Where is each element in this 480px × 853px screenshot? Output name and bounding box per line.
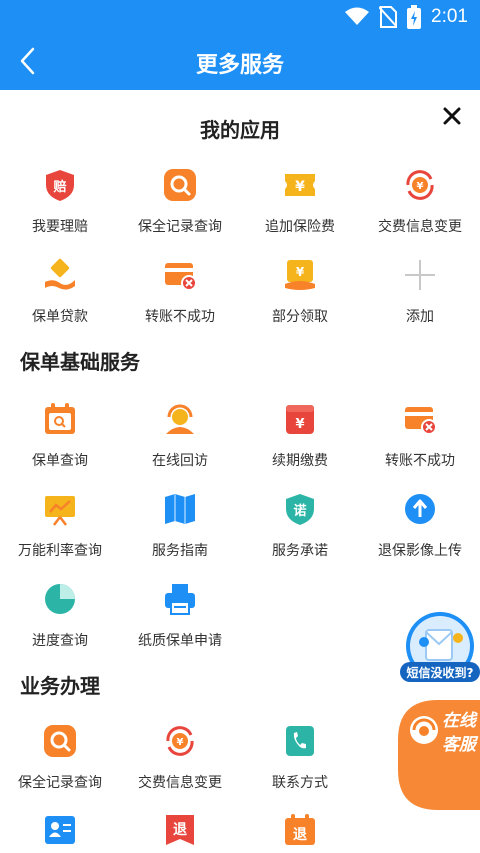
svg-text:¥: ¥ bbox=[295, 417, 304, 432]
service-item-label: 转账不成功 bbox=[385, 453, 455, 469]
service-item-label: 保单查询 bbox=[32, 453, 88, 469]
business-item-payment-change[interactable]: ¥ 交费信息变更 bbox=[120, 724, 240, 804]
service-item-label: 进度查询 bbox=[32, 633, 88, 649]
service-item-paper-policy[interactable]: 纸质保单申请 bbox=[120, 582, 240, 662]
business-item-record-query[interactable]: 保全记录查询 bbox=[0, 724, 120, 804]
promise-shield-icon: 诺 bbox=[286, 494, 314, 525]
app-item-record-query[interactable]: 保全记录查询 bbox=[120, 168, 240, 248]
calendar-search-icon bbox=[45, 403, 75, 434]
business-item-label: 联系方式 bbox=[272, 775, 328, 791]
upload-icon bbox=[405, 494, 435, 524]
service-item-label: 万能利率查询 bbox=[18, 543, 102, 559]
service-item-label: 服务指南 bbox=[152, 543, 208, 559]
service-item-progress[interactable]: 进度查询 bbox=[0, 582, 120, 662]
svg-text:赔: 赔 bbox=[52, 179, 66, 195]
app-item-label: 我要理赔 bbox=[32, 219, 88, 235]
app-item-partial-withdraw[interactable]: ¥ 部分领取 bbox=[240, 258, 360, 338]
app-item-claim[interactable]: 赔 我要理赔 bbox=[0, 168, 120, 248]
card-fail-icon bbox=[165, 263, 197, 291]
service-item-label: 服务承诺 bbox=[272, 543, 328, 559]
add-app-button[interactable]: 添加 bbox=[360, 258, 480, 338]
business-item-surrender[interactable]: 退 bbox=[120, 813, 240, 853]
app-item-label: 追加保险费 bbox=[265, 219, 335, 235]
business-item-contact-card[interactable] bbox=[0, 813, 120, 853]
app-item-label: 保单贷款 bbox=[32, 309, 88, 325]
service-item-transfer-fail[interactable]: 转账不成功 bbox=[360, 402, 480, 482]
app-item-label: 保全记录查询 bbox=[138, 219, 222, 235]
app-item-label: 添加 bbox=[406, 309, 434, 325]
phone-book-icon bbox=[286, 726, 314, 756]
app-item-add-premium[interactable]: ¥ 追加保险费 bbox=[240, 168, 360, 248]
svg-text:诺: 诺 bbox=[293, 503, 306, 519]
app-item-transfer-fail[interactable]: 转账不成功 bbox=[120, 258, 240, 338]
service-item-online-visit[interactable]: 在线回访 bbox=[120, 402, 240, 482]
cs-label-line2: 客服 bbox=[442, 735, 476, 755]
my-apps-title: 我的应用 bbox=[200, 118, 280, 142]
headset-person-icon bbox=[166, 404, 194, 434]
app-bar: 更多服务 bbox=[0, 32, 480, 90]
app-item-label: 部分领取 bbox=[272, 309, 328, 325]
loan-hand-icon bbox=[45, 258, 75, 290]
status-icons: 2:01 bbox=[345, 5, 468, 29]
app-item-policy-loan[interactable]: 保单贷款 bbox=[0, 258, 120, 338]
svg-text:¥: ¥ bbox=[295, 179, 305, 195]
battery-charging-icon bbox=[407, 5, 422, 29]
service-item-label: 纸质保单申请 bbox=[138, 633, 222, 649]
page-title: 更多服务 bbox=[195, 53, 284, 78]
surrender-flag-icon: 退 bbox=[166, 815, 194, 845]
status-bar: 2:01 bbox=[0, 0, 480, 32]
service-item-rate-query[interactable]: 万能利率查询 bbox=[0, 492, 120, 572]
service-item-label: 续期缴费 bbox=[272, 453, 328, 469]
progress-pie-icon bbox=[45, 584, 75, 614]
rate-board-icon bbox=[45, 496, 75, 526]
surrender-calendar-icon: 退 bbox=[285, 814, 315, 845]
search-icon bbox=[164, 169, 196, 201]
sms-not-received-widget[interactable]: 短信没收到? bbox=[398, 608, 480, 690]
service-item-guide[interactable]: 服务指南 bbox=[120, 492, 240, 572]
service-item-promise[interactable]: 诺 服务承诺 bbox=[240, 492, 360, 572]
service-item-upload[interactable]: 退保影像上传 bbox=[360, 492, 480, 572]
svg-text:¥: ¥ bbox=[417, 181, 424, 192]
plus-icon bbox=[405, 260, 435, 290]
app-item-label: 转账不成功 bbox=[145, 309, 215, 325]
service-item-renewal[interactable]: ¥ 续期缴费 bbox=[240, 402, 360, 482]
sms-widget-label: 短信没收到? bbox=[406, 666, 474, 680]
yen-refresh-icon: ¥ bbox=[406, 170, 434, 200]
basic-services-title: 保单基础服务 bbox=[20, 350, 140, 374]
business-item-contact[interactable]: 联系方式 bbox=[240, 724, 360, 804]
map-guide-icon bbox=[165, 494, 195, 524]
yen-ticket-icon: ¥ bbox=[285, 174, 315, 196]
surrender-glyph: 退 bbox=[173, 822, 187, 838]
service-item-label: 在线回访 bbox=[152, 453, 208, 469]
business-item-label: 保全记录查询 bbox=[18, 775, 102, 791]
cs-label-line1: 在线 bbox=[442, 711, 476, 731]
business-item-surrender-calendar[interactable]: 退 bbox=[240, 813, 360, 853]
service-item-label: 退保影像上传 bbox=[378, 543, 462, 559]
contact-card-icon bbox=[45, 816, 75, 844]
svg-text:¥: ¥ bbox=[296, 265, 305, 279]
card-fail-icon bbox=[405, 407, 437, 435]
yen-wallet-icon: ¥ bbox=[286, 405, 314, 434]
svg-text:¥: ¥ bbox=[177, 737, 184, 748]
close-button[interactable] bbox=[438, 102, 466, 130]
search-icon bbox=[44, 725, 76, 757]
business-title: 业务办理 bbox=[20, 674, 100, 698]
status-time: 2:01 bbox=[431, 6, 468, 27]
claim-shield-icon: 赔 bbox=[46, 170, 74, 201]
service-item-policy-query[interactable]: 保单查询 bbox=[0, 402, 120, 482]
wifi-icon bbox=[345, 7, 370, 25]
surrender-calendar-glyph: 退 bbox=[293, 827, 307, 843]
business-item-label: 交费信息变更 bbox=[138, 775, 222, 791]
printer-icon bbox=[165, 584, 195, 615]
yen-refresh-icon: ¥ bbox=[166, 726, 194, 756]
app-item-label: 交费信息变更 bbox=[378, 219, 462, 235]
app-item-payment-change[interactable]: ¥ 交费信息变更 bbox=[360, 168, 480, 248]
partial-withdraw-icon: ¥ bbox=[285, 260, 315, 290]
close-icon bbox=[443, 107, 461, 125]
no-sim-icon bbox=[379, 6, 398, 28]
online-service-widget[interactable]: 在线 客服 bbox=[398, 700, 480, 810]
